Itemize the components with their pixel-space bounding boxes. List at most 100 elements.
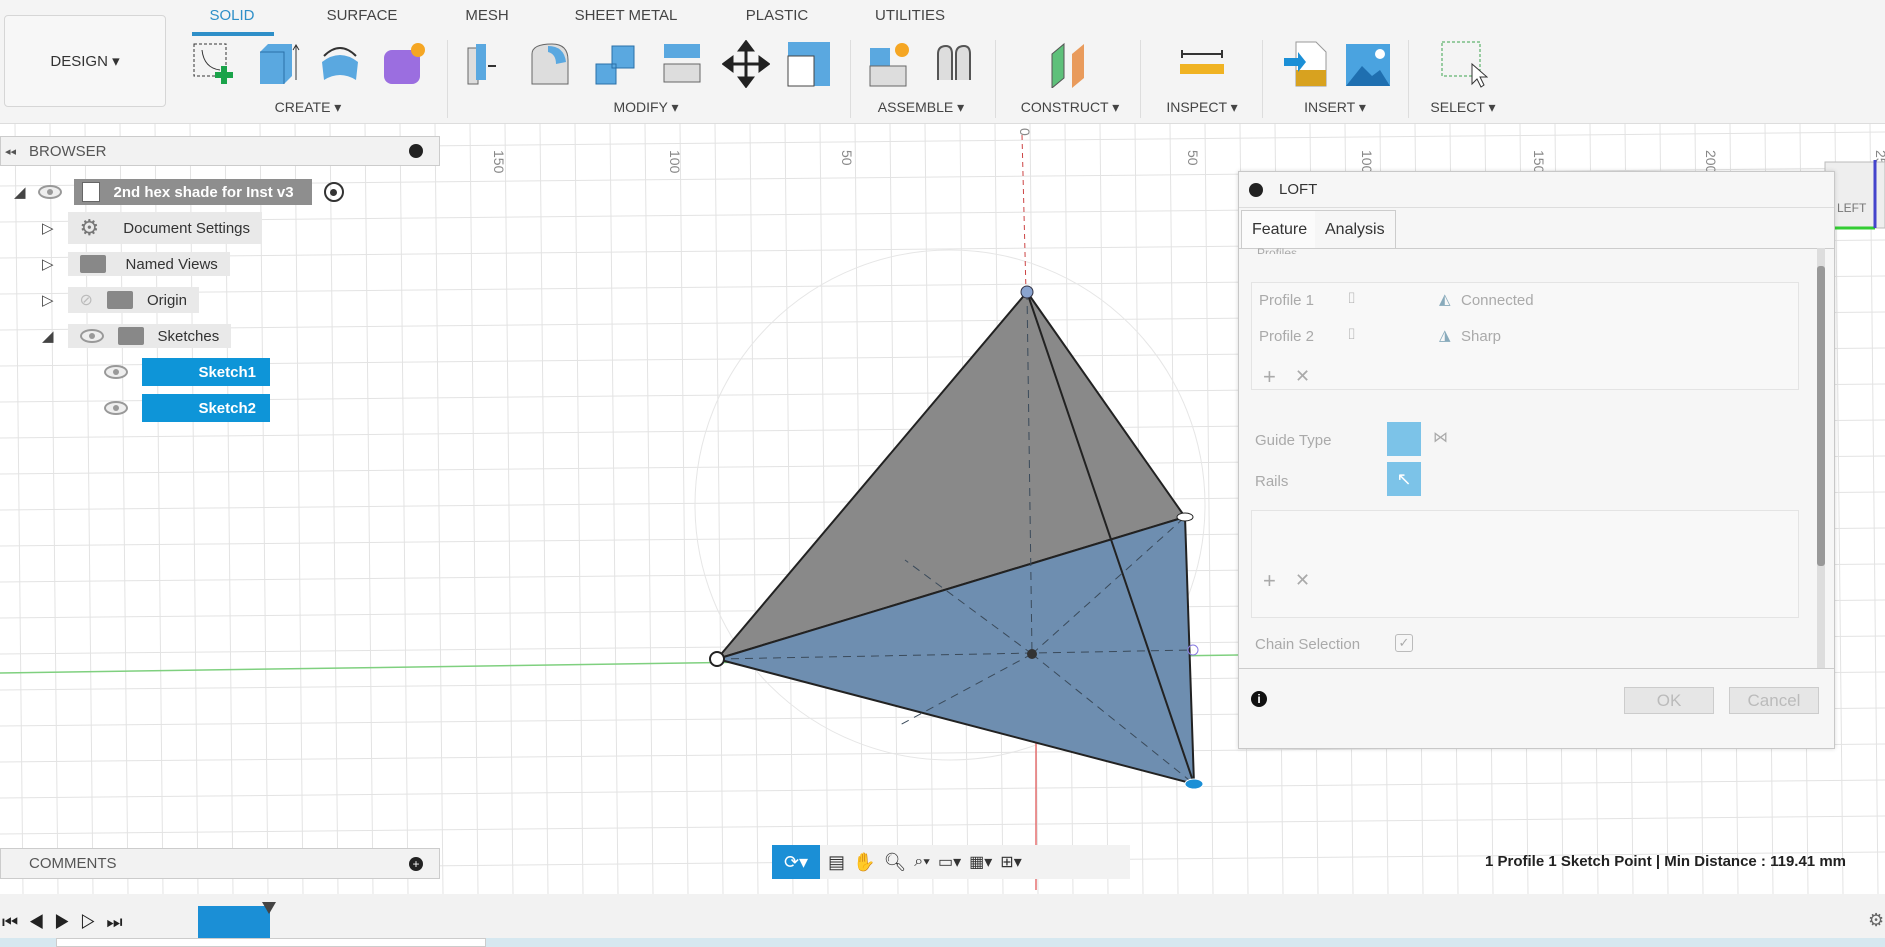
tab-surface[interactable]: SURFACE [327,7,398,24]
offset-plane-icon[interactable] [1046,40,1094,88]
sketch-point-selected[interactable] [1184,778,1204,790]
create-sketch-icon[interactable] [190,40,238,88]
tree-item-named-views[interactable]: ▷ Named Views [14,250,344,278]
tab-plastic[interactable]: PLASTIC [746,7,809,24]
tab-feature[interactable]: Feature [1241,210,1319,248]
collapsed-triangle-icon[interactable]: ▷ [42,255,54,273]
remove-rail-icon[interactable]: ✕ [1295,570,1310,591]
rails-list[interactable] [1251,510,1799,618]
viewports-icon[interactable]: ⊞▾ [1000,852,1021,872]
comments-panel[interactable]: COMMENTS + [0,848,440,879]
comments-title: COMMENTS [29,855,117,872]
tree-item-sketch1[interactable]: Sketch1 [14,358,344,386]
visibility-eye-icon[interactable] [104,365,128,379]
ok-button[interactable]: OK [1624,687,1714,714]
cancel-button[interactable]: Cancel [1729,687,1819,714]
select-menu[interactable]: SELECT ▾ [1430,99,1495,116]
add-profile-icon[interactable]: + [1263,364,1276,390]
visibility-eye-icon[interactable] [104,401,128,415]
visibility-eye-icon[interactable] [37,185,62,199]
modify-menu[interactable]: MODIFY ▾ [613,99,678,116]
expanded-triangle-icon[interactable]: ◢ [42,327,54,345]
profile2-label[interactable]: Profile 2 [1259,328,1314,345]
insert-canvas-icon[interactable] [1344,40,1392,88]
add-rail-icon[interactable]: + [1263,568,1276,594]
tree-item-document-settings[interactable]: ▷ ⚙ Document Settings [14,212,344,244]
browser-panel-header[interactable]: ◂◂ BROWSER [0,136,440,166]
tree-item-sketch2[interactable]: Sketch2 [14,394,344,422]
tree-item-label: Document Settings [123,219,251,237]
loft-dialog: LOFT Feature Analysis Profiles Profile 1… [1238,171,1835,749]
rails-select-button[interactable]: ↖ [1387,462,1421,496]
offset-face-icon[interactable] [658,40,706,88]
fillet-icon[interactable] [528,40,576,88]
create-form-icon[interactable] [380,40,428,88]
tree-item-origin[interactable]: ▷ ⊘ Origin [14,286,344,314]
sketch-point[interactable] [709,651,725,667]
info-icon[interactable]: i [1251,691,1267,707]
look-at-icon[interactable]: ▤ [828,852,845,873]
center-point[interactable] [1027,649,1037,659]
assemble-menu[interactable]: ASSEMBLE ▾ [878,99,964,116]
visibility-eye-icon[interactable] [79,329,104,343]
insert-svg-icon[interactable] [1282,40,1330,88]
loft-header[interactable]: LOFT [1239,172,1834,208]
profile1-label[interactable]: Profile 1 [1259,292,1314,309]
root-component-name: 2nd hex shade for Inst v3 [113,183,294,201]
profile2-condition[interactable]: Sharp [1461,328,1501,345]
pan-hand-icon[interactable]: ✋ [853,852,875,873]
activate-radio-icon[interactable] [323,182,344,202]
display-settings-icon[interactable]: ▭▾ [938,852,961,872]
timeline-marker[interactable] [262,902,276,914]
tree-root[interactable]: ◢ 2nd hex shade for Inst v3 [14,178,344,206]
new-component-icon[interactable] [866,40,914,88]
tab-analysis[interactable]: Analysis [1315,210,1396,248]
create-menu[interactable]: CREATE ▾ [275,99,342,116]
minimize-icon[interactable] [1249,182,1263,197]
tab-sheet-metal[interactable]: SHEET METAL [575,7,678,24]
scrollbar[interactable] [1817,248,1825,668]
workspace-dropdown[interactable]: DESIGN ▾ [4,15,166,107]
browser-minimize-icon[interactable] [409,144,423,158]
tab-utilities[interactable]: UTILITIES [875,7,945,24]
align-icon[interactable] [786,40,834,88]
gear-icon: ⚙ [79,215,100,240]
tab-mesh[interactable]: MESH [465,7,508,24]
timeline-controls[interactable]: ⏮◀▶▷⏭ [2,912,133,933]
tab-solid[interactable]: SOLID [209,7,254,24]
expanded-triangle-icon[interactable]: ◢ [14,183,26,201]
sketch-point[interactable] [1176,512,1194,522]
timeline-sketch-features[interactable] [198,906,270,940]
browser-title: BROWSER [29,142,107,160]
remove-profile-icon[interactable]: ✕ [1295,366,1310,387]
insert-menu[interactable]: INSERT ▾ [1304,99,1366,116]
press-pull-icon[interactable] [460,40,508,88]
centerline-guide-icon[interactable]: ⋈ [1433,428,1448,446]
extrude-icon[interactable] [254,40,302,88]
move-icon[interactable] [722,40,770,88]
construct-menu[interactable]: CONSTRUCT ▾ [1021,99,1120,116]
collapsed-triangle-icon[interactable]: ▷ [42,291,54,309]
sketch-point[interactable] [1020,285,1034,299]
guide-rails-button[interactable] [1387,422,1421,456]
joint-icon[interactable] [930,40,978,88]
add-comment-icon[interactable]: + [409,856,423,871]
grid-settings-icon[interactable]: ▦▾ [969,852,992,872]
tree-item-sketches[interactable]: ◢ Sketches [14,322,344,350]
folder-icon [117,327,144,345]
combine-icon[interactable] [592,40,640,88]
hidden-eye-icon[interactable]: ⊘ [80,290,93,310]
revolve-icon[interactable] [316,40,364,88]
fit-icon[interactable]: ⌕▾ [914,853,930,871]
chain-selection-checkbox[interactable]: ✓ [1395,634,1413,652]
separator [1262,40,1263,118]
select-icon[interactable] [1440,40,1488,88]
inspect-menu[interactable]: INSPECT ▾ [1166,99,1237,116]
settings-gear-icon[interactable]: ⚙ [1868,910,1884,931]
collapse-icon[interactable]: ◂◂ [5,145,16,158]
zoom-icon[interactable]: 🔍︎ [883,852,906,873]
measure-icon[interactable] [1178,40,1226,88]
orbit-icon[interactable]: ⟳▾ [772,845,820,879]
profile1-condition[interactable]: Connected [1461,292,1534,309]
collapsed-triangle-icon[interactable]: ▷ [42,219,54,237]
